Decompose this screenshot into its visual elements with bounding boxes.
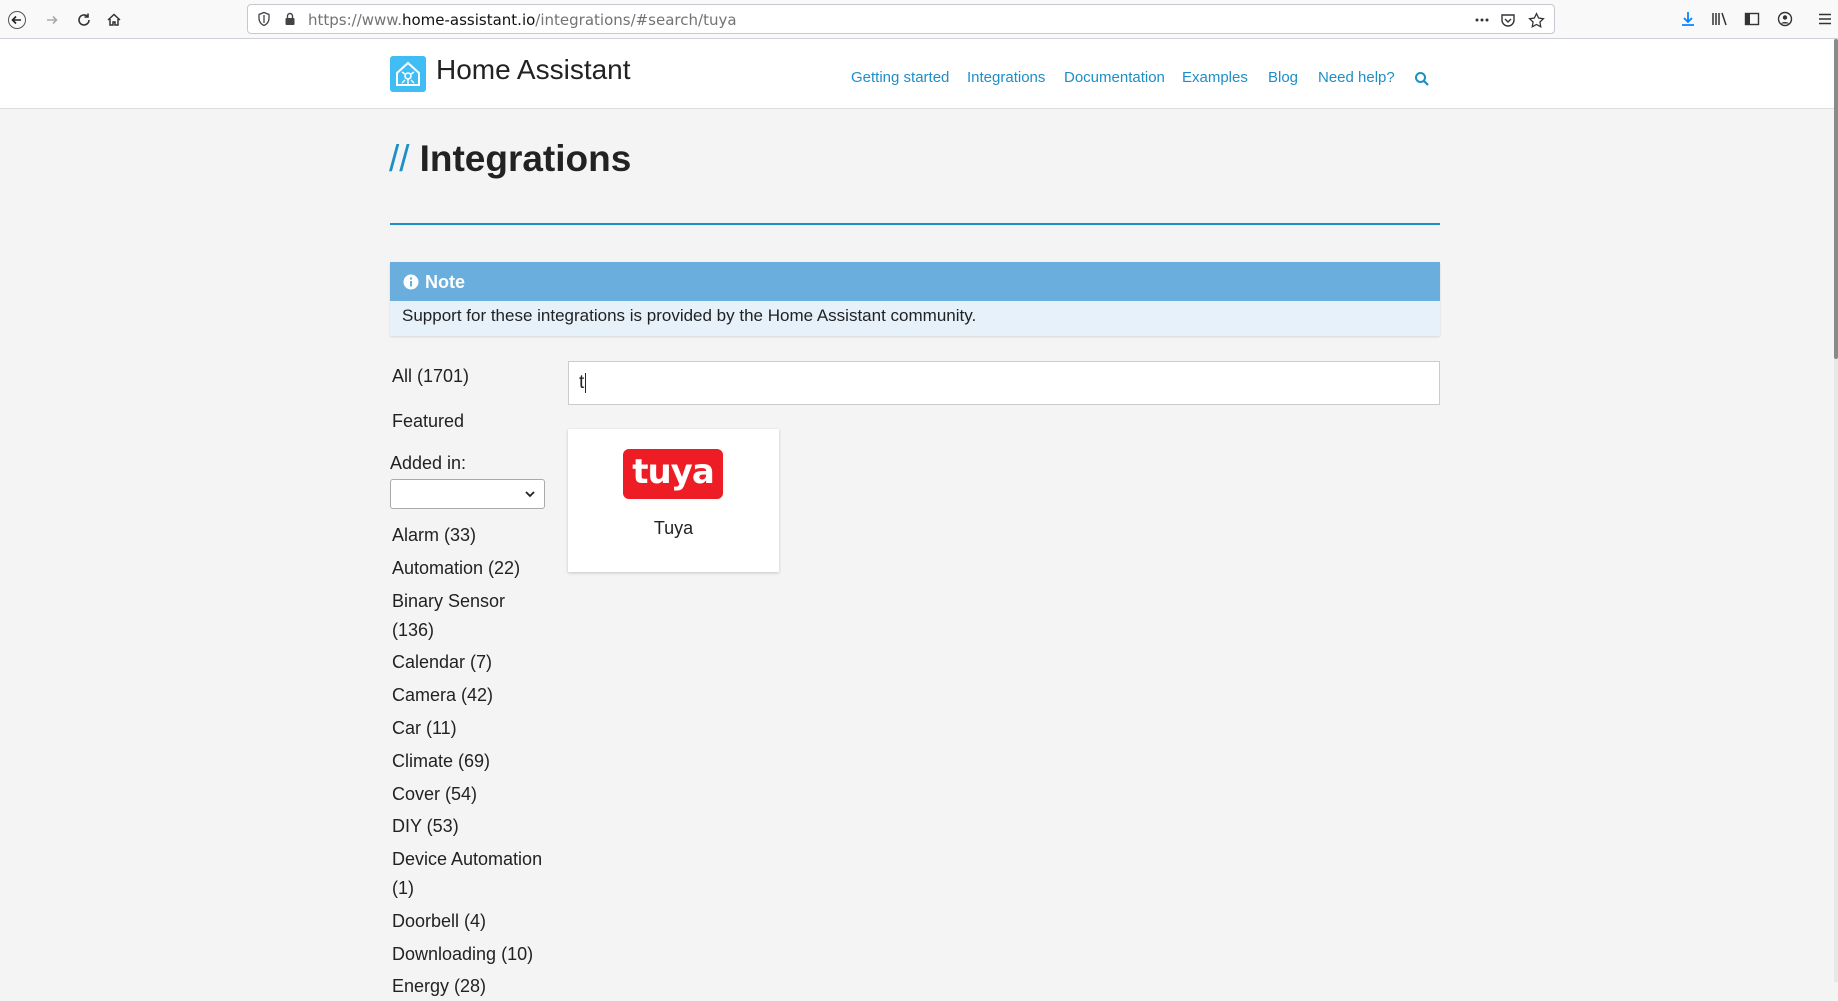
library-button[interactable]	[1710, 9, 1730, 29]
text-caret	[585, 372, 587, 393]
back-button[interactable]	[3, 6, 31, 34]
category-automation[interactable]: Automation (22)	[392, 554, 552, 583]
info-icon	[403, 274, 419, 290]
forward-arrow-icon	[47, 15, 58, 25]
reload-button[interactable]	[70, 6, 98, 34]
added-in-label: Added in:	[390, 453, 467, 473]
page-scrollbar[interactable]	[1834, 39, 1838, 982]
url-host: home-assistant.io	[401, 11, 536, 29]
download-icon	[1682, 12, 1694, 26]
browser-toolbar: https://www.home-assistant.io/integratio…	[0, 0, 1838, 39]
nav-documentation[interactable]: Documentation	[1064, 69, 1165, 86]
star-icon	[1527, 11, 1545, 28]
nav-getting-started[interactable]: Getting started	[851, 69, 949, 86]
category-cover[interactable]: Cover (54)	[392, 780, 552, 809]
category-device-automation[interactable]: Device Automation (1)	[392, 845, 552, 903]
integration-card-tuya[interactable]: tuya Tuya	[568, 429, 779, 572]
note-box: Note Support for these integrations is p…	[390, 262, 1440, 336]
category-camera[interactable]: Camera (42)	[392, 681, 552, 710]
home-button[interactable]	[100, 6, 128, 34]
category-alarm[interactable]: Alarm (33)	[392, 521, 552, 550]
title-text: Integrations	[419, 138, 632, 179]
library-icon	[1712, 12, 1727, 26]
nav-need-help[interactable]: Need help?	[1318, 69, 1395, 86]
category-car[interactable]: Car (11)	[392, 714, 552, 743]
category-climate[interactable]: Climate (69)	[392, 747, 552, 776]
search-value: t	[579, 372, 585, 393]
downloads-button[interactable]	[1678, 9, 1698, 29]
home-icon	[107, 13, 121, 26]
category-diy[interactable]: DIY (53)	[392, 812, 552, 841]
search-icon[interactable]	[1414, 71, 1430, 87]
lock-icon[interactable]	[282, 11, 298, 27]
title-prefix: //	[389, 138, 410, 179]
more-dots-icon	[1475, 18, 1489, 22]
sidebar-toggle-button[interactable]	[1742, 9, 1762, 29]
pocket-button[interactable]	[1498, 10, 1518, 30]
hamburger-menu-icon	[1819, 13, 1831, 25]
nav-examples[interactable]: Examples	[1182, 69, 1248, 86]
category-calendar[interactable]: Calendar (7)	[392, 648, 552, 677]
nav-integrations[interactable]: Integrations	[967, 69, 1045, 86]
url-text[interactable]: https://www.home-assistant.io/integratio…	[308, 11, 737, 29]
category-binary-sensor[interactable]: Binary Sensor (136)	[392, 587, 552, 645]
address-bar[interactable]: https://www.home-assistant.io/integratio…	[247, 4, 1555, 34]
nav-blog[interactable]: Blog	[1268, 69, 1298, 86]
integration-search-input[interactable]: t	[568, 361, 1440, 405]
account-button[interactable]	[1775, 9, 1795, 29]
site-header: Home Assistant Getting started Integrati…	[0, 39, 1834, 109]
integration-card-label: Tuya	[653, 518, 694, 538]
page-title: //Integrations	[389, 138, 631, 180]
note-title: Note	[425, 272, 465, 292]
top-navigation: Getting started Integrations Documentati…	[0, 69, 1834, 89]
filter-all[interactable]: All (1701)	[392, 366, 469, 387]
added-in-select[interactable]	[390, 479, 545, 509]
bookmark-star-button[interactable]	[1526, 10, 1546, 30]
tuya-logo-icon: tuya	[623, 449, 723, 499]
title-divider	[390, 223, 1440, 225]
note-header: Note	[390, 262, 1440, 301]
menu-button[interactable]	[1815, 9, 1835, 29]
account-icon	[1777, 11, 1793, 27]
url-path: /integrations/#search/tuya	[535, 11, 737, 29]
reload-icon	[78, 13, 90, 26]
note-body: Support for these integrations is provid…	[402, 306, 977, 325]
sidebar-icon	[1744, 12, 1760, 26]
filter-featured[interactable]: Featured	[392, 411, 464, 432]
back-arrow-icon	[8, 11, 26, 29]
chevron-down-icon	[525, 491, 535, 498]
tracking-shield-icon[interactable]	[256, 11, 272, 27]
category-downloading[interactable]: Downloading (10)	[392, 940, 552, 969]
category-doorbell[interactable]: Doorbell (4)	[392, 907, 552, 936]
forward-button[interactable]	[38, 6, 66, 34]
url-prefix: https://www.	[308, 11, 402, 29]
pocket-icon	[1501, 14, 1515, 27]
category-energy[interactable]: Energy (28)	[392, 972, 552, 1001]
page-actions-button[interactable]	[1472, 10, 1492, 30]
scrollbar-thumb[interactable]	[1834, 39, 1838, 359]
